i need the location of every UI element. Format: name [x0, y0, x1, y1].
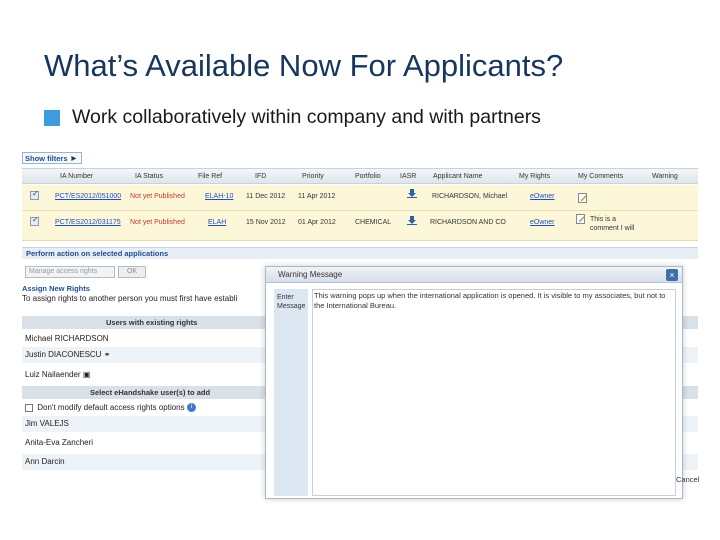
triangle-right-icon: ▶	[71, 155, 77, 162]
default-option-checkbox[interactable]	[25, 403, 33, 412]
column-header-iasr[interactable]: IASR	[400, 173, 416, 180]
column-header-my-comments[interactable]: My Comments	[578, 173, 623, 180]
applicant-name: RICHARDSON, Michael	[432, 193, 508, 200]
cancel-button[interactable]: Cancel	[676, 475, 699, 484]
user-name: Luiz Nailaender	[25, 370, 81, 379]
user-name: Justin DIACONESCU	[25, 350, 102, 359]
column-header-ia-status[interactable]: IA Status	[135, 173, 163, 180]
default-option-label: Don't modify default access rights optio…	[37, 403, 185, 412]
ifd-date: 15 Nov 2012	[246, 219, 286, 226]
row-checkbox[interactable]	[30, 215, 39, 226]
message-text: This warning pops up when the internatio…	[314, 291, 666, 310]
download-icon[interactable]	[407, 216, 417, 225]
row-checkbox[interactable]	[30, 189, 39, 200]
my-rights-link[interactable]: eOwner	[530, 219, 555, 226]
edit-comment-icon[interactable]	[576, 214, 586, 224]
table-row[interactable]: PCT/ES2012/031175 Not yet Published ELAH…	[22, 211, 698, 241]
column-header-file-ref[interactable]: File Ref	[198, 173, 222, 180]
column-header-portfolio[interactable]: Portfolio	[355, 173, 381, 180]
perform-action-bar: Perform action on selected applications	[22, 247, 698, 259]
bullet-point: Work collaboratively within company and …	[44, 106, 541, 129]
column-header-ia-number[interactable]: IA Number	[60, 173, 93, 180]
column-header-warning[interactable]: Warning	[652, 173, 678, 180]
grid-header: IA Number IA Status File Ref IFD Priorit…	[22, 168, 698, 184]
priority-date: 01 Apr 2012	[298, 219, 336, 226]
show-filters-label: Show filters	[25, 153, 68, 163]
enter-message-label: Enter Message	[274, 289, 308, 496]
file-ref-link[interactable]: ELAH-10	[205, 193, 233, 200]
portfolio: CHEMICAL	[355, 219, 392, 226]
ia-status: Not yet Published	[130, 219, 185, 226]
handshake-icon: ⚭	[103, 350, 111, 359]
bullet-text: Work collaboratively within company and …	[72, 106, 541, 128]
column-header-priority[interactable]: Priority	[302, 173, 324, 180]
ok-button[interactable]: OK	[118, 266, 146, 278]
comment-text: This is a comment I will	[590, 216, 635, 232]
lock-icon: ▣	[82, 370, 91, 379]
column-header-my-rights[interactable]: My Rights	[519, 173, 550, 180]
info-icon[interactable]: i	[186, 403, 196, 413]
ia-number-link[interactable]: PCT/ES2012/051000	[55, 193, 121, 200]
table-row[interactable]: PCT/ES2012/051000 Not yet Published ELAH…	[22, 185, 698, 211]
ifd-date: 11 Dec 2012	[246, 193, 286, 200]
dialog-title: Warning Message	[266, 267, 682, 283]
manage-access-select[interactable]: Manage access rights	[25, 266, 115, 278]
my-rights-link[interactable]: eOwner	[530, 193, 555, 200]
message-textarea[interactable]	[312, 289, 676, 496]
download-icon[interactable]	[407, 189, 417, 198]
show-filters-button[interactable]: Show filters ▶	[22, 152, 82, 164]
edit-comment-icon[interactable]	[578, 193, 588, 203]
slide-title: What’s Available Now For Applicants?	[44, 48, 564, 83]
close-icon[interactable]: ×	[666, 269, 678, 281]
bullet-square-icon	[44, 109, 60, 126]
warning-message-dialog: Warning Message × Enter Message This war…	[265, 266, 683, 499]
column-header-ifd[interactable]: IFD	[255, 173, 266, 180]
file-ref-link[interactable]: ELAH	[208, 219, 226, 226]
priority-date: 11 Apr 2012	[298, 193, 336, 200]
ia-number-link[interactable]: PCT/ES2012/031175	[55, 219, 121, 226]
assign-new-rights-title: Assign New Rights	[22, 284, 90, 293]
column-header-applicant-name[interactable]: Applicant Name	[433, 173, 482, 180]
applicant-name: RICHARDSON AND CO	[430, 219, 506, 226]
assign-rights-hint: To assign rights to another person you m…	[22, 294, 238, 303]
ia-status: Not yet Published	[130, 193, 185, 200]
